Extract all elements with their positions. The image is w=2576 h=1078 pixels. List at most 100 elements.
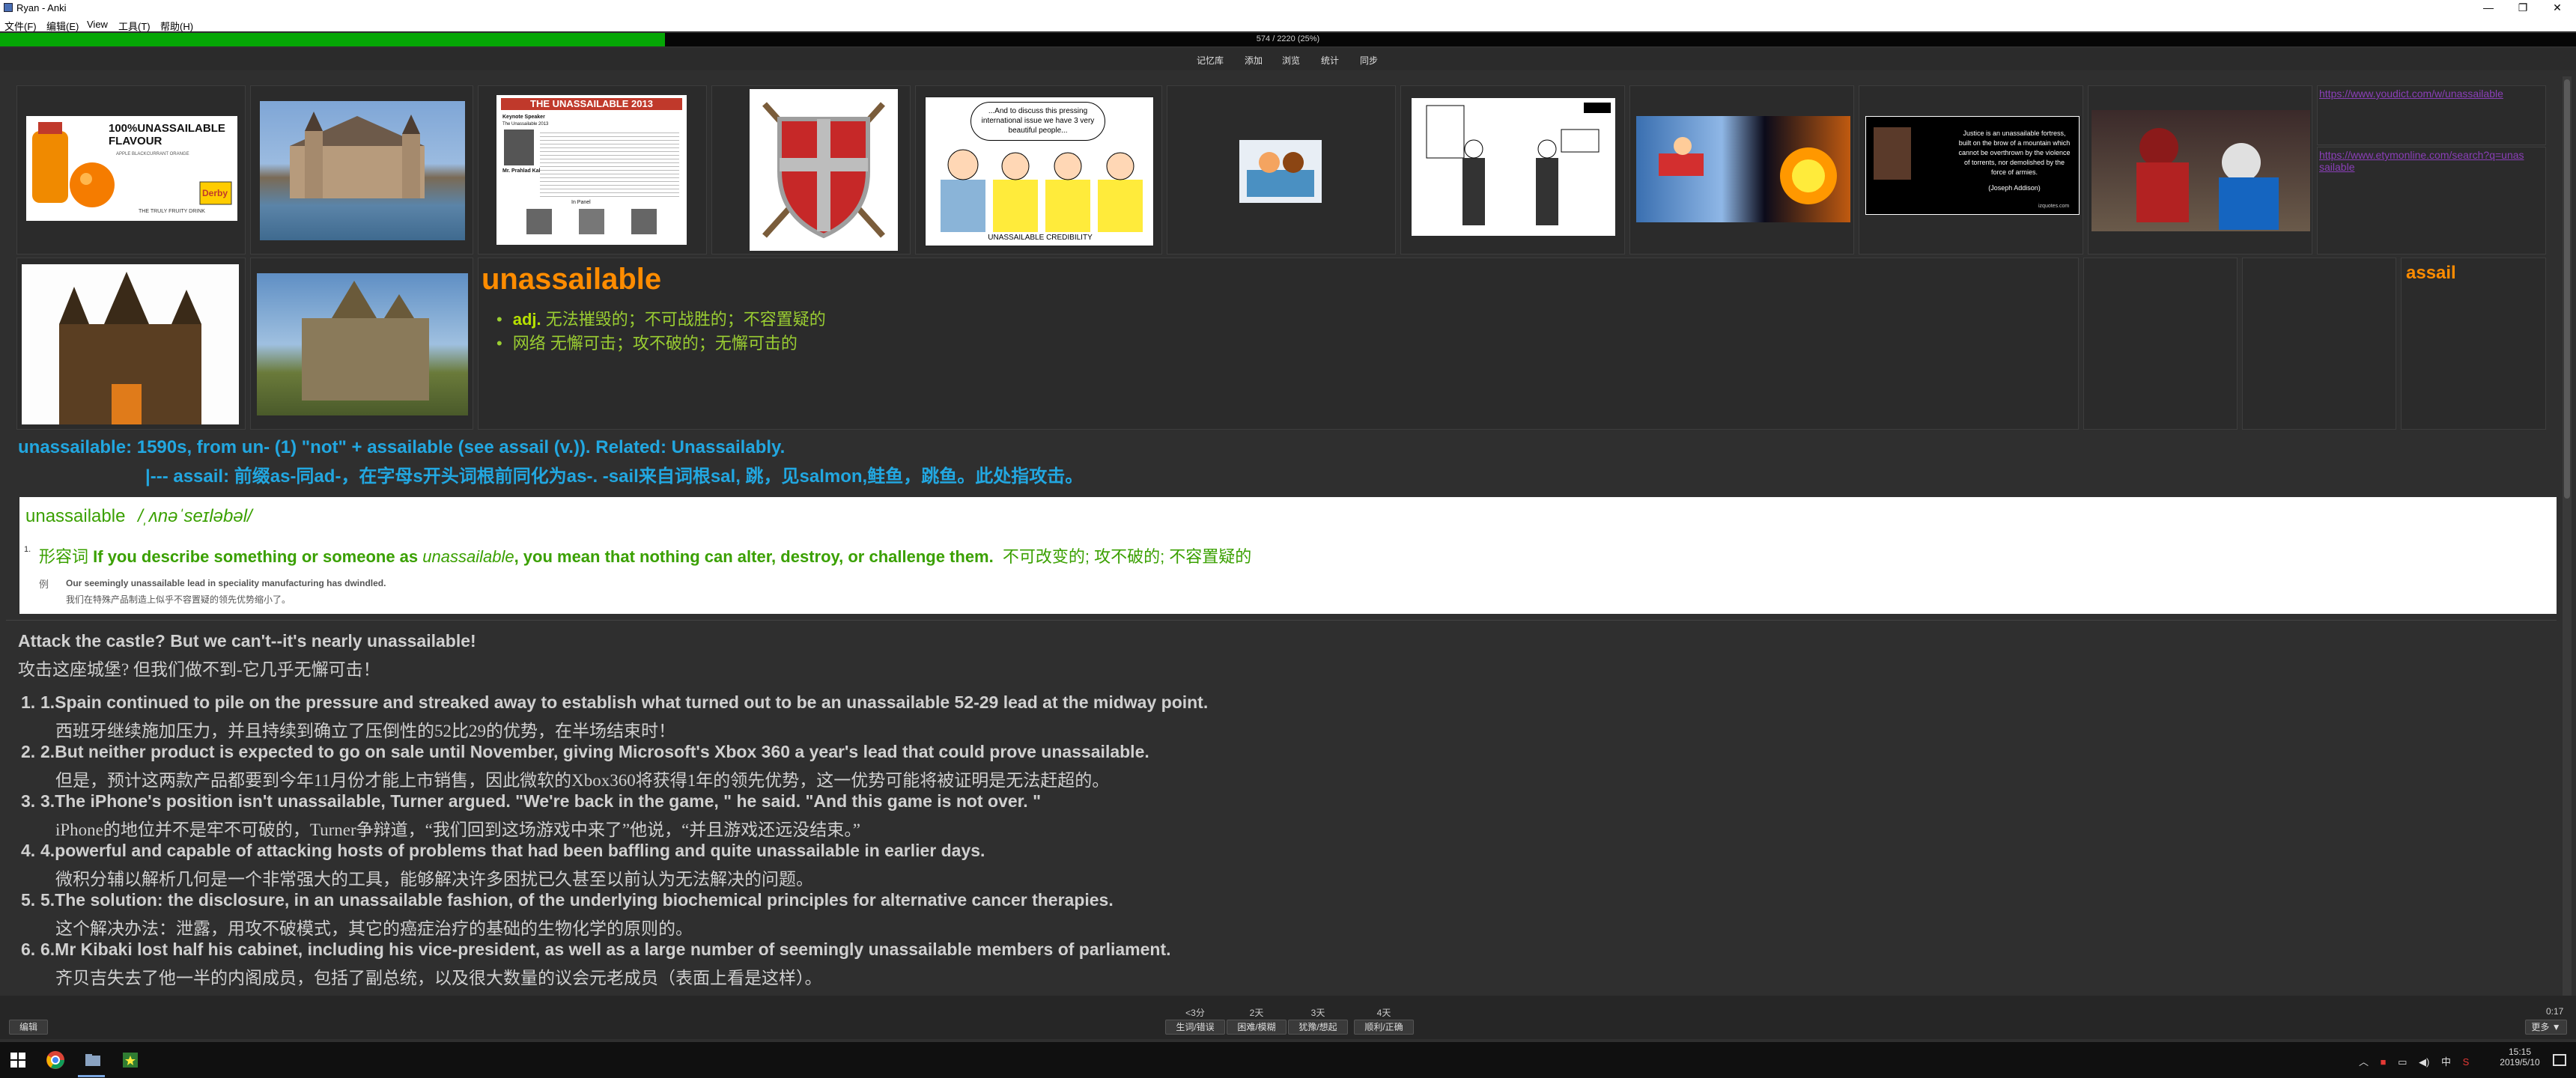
answer-button-again[interactable]: 生词/错误	[1165, 1020, 1225, 1035]
shield-image	[750, 89, 898, 251]
progress-bar: 574 / 2220 (25%)	[0, 33, 2576, 46]
youdict-link[interactable]: https://www.youdict.com/w/unassailable	[2319, 88, 2544, 100]
sentence-number: 2.	[21, 742, 36, 761]
menu-view[interactable]: View	[87, 19, 108, 30]
menu-file[interactable]: 文件(F)	[4, 19, 37, 33]
sentence-cn: iPhone的地位并不是牢不可破的，Turner争辩道，“我们回到这场游戏中来了…	[55, 820, 860, 839]
maximize-button[interactable]: ❐	[2506, 0, 2540, 15]
toolbar-browse[interactable]: 浏览	[1282, 54, 1300, 67]
sentence-cn: 西班牙继续施加压力，并且持续到确立了压倒性的52比29的优势，在半场结束时！	[55, 722, 675, 740]
sentence-cn: 微积分辅以解析几何是一个非常强大的工具，能够解决许多困扰已久甚至以前认为无法解决…	[55, 870, 813, 889]
sentence-number: 4.	[21, 841, 36, 860]
castle-dark-image	[22, 264, 239, 424]
paper-inpanel: In Panel	[571, 200, 591, 205]
intro-sentence-cn: 攻击这座城堡? 但我们做不到-它几乎无懈可击！	[18, 660, 380, 679]
scrollbar-thumb[interactable]	[2564, 79, 2570, 499]
link-cell-etymonline: https://www.etymonline.com/search?q=unas…	[2317, 147, 2546, 255]
football-image	[2092, 110, 2310, 231]
tray-network-icon[interactable]: ▭	[2398, 1056, 2407, 1068]
menu-edit[interactable]: 编辑(E)	[46, 19, 79, 33]
dict-definition: 形容词 If you describe something or someone…	[39, 543, 1251, 567]
chrome-icon[interactable]	[45, 1050, 66, 1071]
comic-image: ...And to discuss this pressing internat…	[925, 97, 1154, 246]
panel-photo-1	[526, 209, 552, 234]
empty-cell-2	[2242, 258, 2396, 430]
juice-ad-image: 100%UNASSAILABLE FLAVOUR APPLE BLACKCURR…	[26, 116, 237, 221]
edit-button[interactable]: 编辑	[9, 1020, 48, 1035]
quote-site: izquotes.com	[2038, 204, 2070, 209]
panel-photo-2	[579, 209, 604, 234]
review-timer: 0:17	[2546, 1006, 2564, 1017]
sentences-section: Attack the castle? But we can't--it's ne…	[6, 620, 2557, 996]
empty-cell-1	[2083, 258, 2238, 430]
tray-app-icon[interactable]: ■	[2381, 1056, 2387, 1068]
toolbar-sync[interactable]: 同步	[1360, 54, 1378, 67]
sentence-en: 6.Mr Kibaki lost half his cabinet, inclu…	[40, 940, 1171, 959]
etymology-line-2: |--- assail: 前缀as-同ad-，在字母s开头词根前同化为as-. …	[145, 466, 1084, 487]
active-app-indicator	[78, 1075, 105, 1077]
juice-slogan: 100%UNASSAILABLE FLAVOUR	[109, 122, 225, 147]
image-cell-abbey	[250, 258, 473, 430]
menu-help[interactable]: 帮助(H)	[160, 19, 193, 33]
small-cartoon-image	[1239, 140, 1322, 203]
superman-image	[1636, 116, 1850, 222]
sentence-number: 1.	[21, 692, 36, 712]
answer-bar: 编辑 <3分 生词/错误 2天 困难/模糊 3天 犹豫/想起 4天 顺利/正确 …	[0, 996, 2576, 1039]
quote-portrait	[1874, 127, 1911, 180]
card-scrollbar[interactable]	[2563, 76, 2572, 996]
windows-start-icon[interactable]	[7, 1050, 28, 1071]
etymonline-link[interactable]: https://www.etymonline.com/search?q=unas…	[2319, 149, 2529, 173]
anki-app-icon	[4, 3, 13, 12]
panel-photo-3	[631, 209, 657, 234]
answer-button-hard[interactable]: 困难/模糊	[1227, 1020, 1287, 1035]
tray-ime-label[interactable]: 中	[2441, 1056, 2451, 1068]
dict-num: 1.	[24, 545, 31, 554]
root-word: assail	[2406, 263, 2456, 283]
window-titlebar: Ryan - Anki — ❐ ✕	[0, 0, 2576, 15]
dictionary-box: unassailable /ˌʌnəˈseɪləbəl/ 1. 形容词 If y…	[19, 497, 2557, 614]
toolbar-stats[interactable]: 统计	[1321, 54, 1339, 67]
image-cell-comic: ...And to discuss this pressing internat…	[915, 85, 1162, 255]
notification-icon[interactable]	[2549, 1050, 2570, 1071]
definition-1-text: 无法摧毁的；不可战胜的；不容置疑的	[545, 310, 826, 329]
sentence-en: 3.The iPhone's position isn't unassailab…	[40, 791, 1041, 811]
tray-icons: ︿ ■ ▭ ◀) 中 S	[2359, 1054, 2469, 1068]
dict-example-en: Our seemingly unassailable lead in speci…	[66, 578, 386, 588]
sentence-cn: 但是，预计这两款产品都要到今年11月份才能上市销售，因此微软的Xbox360将获…	[55, 771, 1110, 790]
quote-text: Justice is an unassailable fortress, bui…	[1958, 130, 2071, 176]
paper-sub1: Keynote Speaker	[502, 115, 545, 120]
image-cell-juice: 100%UNASSAILABLE FLAVOUR APPLE BLACKCURR…	[16, 85, 246, 255]
file-explorer-icon[interactable]	[82, 1050, 103, 1071]
image-cell-cartoon2	[1400, 85, 1625, 255]
word-headword: unassailable	[482, 263, 662, 296]
dict-def-pre: If you describe something or someone as	[93, 547, 423, 566]
dict-example-label: 例	[39, 579, 49, 590]
paper-image: THE UNASSAILABLE 2013 Keynote Speaker Th…	[496, 95, 687, 245]
clock[interactable]: 15:15 2019/5/10	[2494, 1047, 2546, 1068]
answer-time-3: 3天	[1310, 1008, 1325, 1018]
toolbar-add[interactable]: 添加	[1245, 54, 1263, 67]
answer-time-4: 4天	[1376, 1008, 1391, 1018]
anki-taskbar-icon[interactable]	[120, 1050, 141, 1071]
juice-sub: APPLE BLACKCURRANT ORANGE	[116, 152, 189, 156]
clock-date: 2019/5/10	[2500, 1057, 2540, 1068]
tray-sogou-icon[interactable]: S	[2463, 1056, 2470, 1068]
main-toolbar: 记忆库 添加 浏览 统计 同步	[0, 48, 2576, 70]
answer-button-good[interactable]: 犹豫/想起	[1288, 1020, 1348, 1035]
tray-volume-icon[interactable]: ◀)	[2419, 1056, 2429, 1068]
image-cell-castle1	[250, 85, 473, 255]
dict-headword: unassailable	[25, 506, 126, 526]
speaker-photo	[504, 130, 534, 165]
close-button[interactable]: ✕	[2540, 0, 2575, 15]
etymology-block: unassailable: 1590s, from un- (1) "not" …	[16, 433, 2546, 490]
paper-sub2: The Unassailable 2013	[502, 122, 549, 127]
menu-tools[interactable]: 工具(T)	[118, 19, 151, 33]
minimize-button[interactable]: —	[2471, 0, 2506, 15]
toolbar-decks[interactable]: 记忆库	[1197, 54, 1224, 67]
more-button[interactable]: 更多 ▼	[2525, 1020, 2567, 1035]
sentence-number: 6.	[21, 940, 36, 959]
answer-button-easy[interactable]: 顺利/正确	[1354, 1020, 1414, 1035]
window-title: Ryan - Anki	[16, 2, 67, 13]
tray-chevron-icon[interactable]: ︿	[2359, 1056, 2369, 1068]
sentence-cn: 这个解决办法：泄露，用攻不破模式，其它的癌症治疗的基础的生物化学的原则的。	[55, 919, 693, 938]
